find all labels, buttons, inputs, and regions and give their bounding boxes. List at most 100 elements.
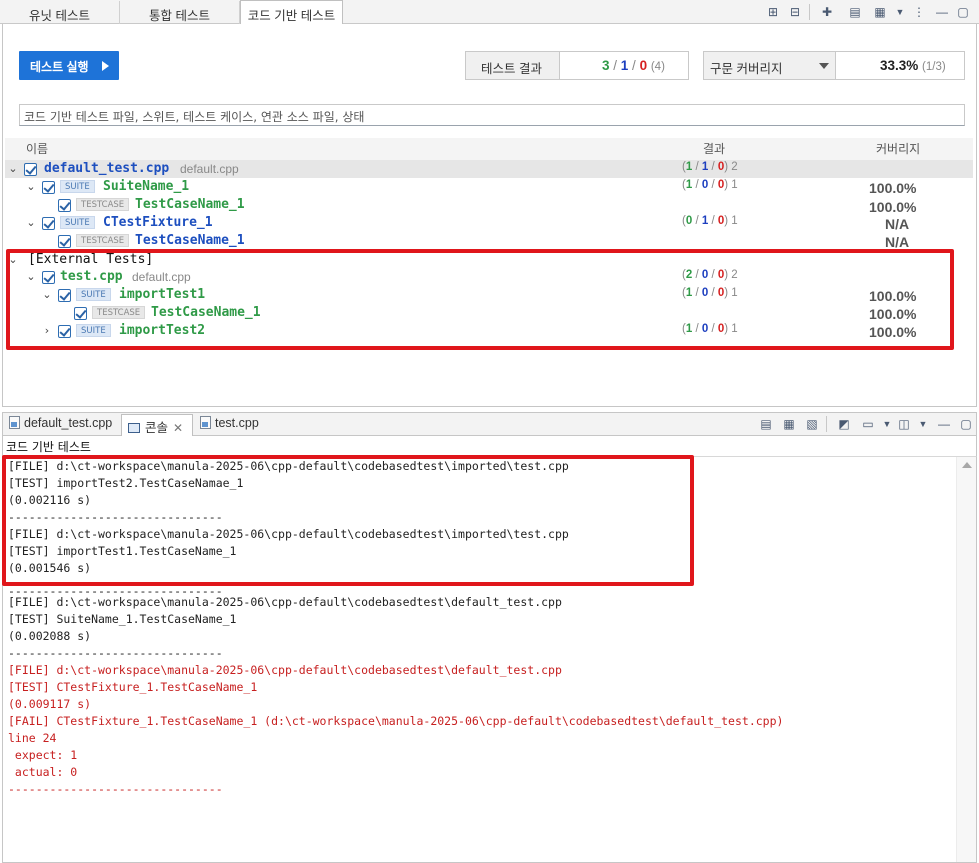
tree-row-testcase[interactable]: TESTCASE TestCaseName_1 100.0% xyxy=(5,196,973,215)
dropdown-icon[interactable]: ▼ xyxy=(892,4,908,20)
console-title: 코드 기반 테스트 xyxy=(2,436,977,456)
suite-name: CTestFixture_1 xyxy=(103,215,213,230)
total-count: 1 xyxy=(731,215,738,227)
console-line: [TEST] SuiteName_1.TestCaseName_1 xyxy=(8,612,237,626)
console-line: (0.002088 s) xyxy=(8,629,92,643)
run-test-button[interactable]: 테스트 실행 xyxy=(19,51,119,80)
console-line: ------------------------------- xyxy=(8,646,223,660)
console-line-error: ------------------------------- xyxy=(8,782,223,796)
external-tests-highlight-box xyxy=(6,249,954,350)
coverage-detail: (1/3) xyxy=(922,61,946,73)
clear-console-icon[interactable]: ▤ xyxy=(758,416,774,432)
error-count: 1 xyxy=(701,161,709,173)
display-console-icon[interactable]: ▭ xyxy=(860,416,876,432)
checkbox[interactable] xyxy=(58,199,71,212)
console-line-error: (0.009117 s) xyxy=(8,697,92,711)
column-result[interactable]: 결과 xyxy=(703,140,725,157)
open-console-icon[interactable]: ◫ xyxy=(896,416,912,432)
console-line-error: [FILE] d:\ct-workspace\manula-2025-06\cp… xyxy=(8,663,562,677)
testcase-name: TestCaseName_1 xyxy=(135,233,245,248)
coverage-percent: 33.3% xyxy=(880,58,919,73)
pin-console-icon[interactable]: ◩ xyxy=(836,416,852,432)
run-test-label: 테스트 실행 xyxy=(30,60,89,74)
export-icon[interactable]: ▦ xyxy=(872,4,888,20)
console-scrollbar[interactable] xyxy=(956,457,976,862)
filter-input[interactable]: 코드 기반 테스트 파일, 스위트, 테스트 케이스, 연관 소스 파일, 상태 xyxy=(19,104,965,126)
scroll-up-icon[interactable] xyxy=(962,462,972,468)
checkbox[interactable] xyxy=(42,181,55,194)
console-line-error: [TEST] CTestFixture_1.TestCaseName_1 xyxy=(8,680,258,694)
result-counts: (0 / 1 / 0) 1 xyxy=(682,215,738,227)
test-results-value: 3 / 1 / 0 (4) xyxy=(559,51,689,80)
maximize-icon[interactable]: ▢ xyxy=(958,416,974,432)
tab-code-based-test[interactable]: 코드 기반 테스트 xyxy=(240,0,343,25)
result-separator: / xyxy=(609,58,621,73)
testcase-badge: TESTCASE xyxy=(76,198,130,211)
tab-unit-test[interactable]: 유닛 테스트 xyxy=(0,1,120,24)
coverage-cell: 100.0% xyxy=(869,180,917,196)
tab-label: default_test.cpp xyxy=(24,416,113,430)
pass-count: 0 xyxy=(685,215,693,227)
checkbox[interactable] xyxy=(42,217,55,230)
tree-column-header: 이름 결과 커버리지 xyxy=(5,138,973,160)
tab-integration-test[interactable]: 통합 테스트 xyxy=(120,1,240,24)
result-counts: (1 / 0 / 0) 1 xyxy=(682,179,738,191)
toolbar-separator xyxy=(826,416,827,432)
tree-row-suite[interactable]: ⌄ SUITE SuiteName_1 (1 / 0 / 0) 1 100.0% xyxy=(5,178,973,196)
suite-badge: SUITE xyxy=(60,216,95,229)
collapse-all-icon[interactable]: ⊟ xyxy=(787,4,803,20)
file-name: default_test.cpp xyxy=(44,161,170,176)
console-line-error: actual: 0 xyxy=(8,765,78,779)
import-icon[interactable]: ▤ xyxy=(847,4,863,20)
dropdown-icon[interactable]: ▼ xyxy=(879,416,895,432)
coverage-cell: 100.0% xyxy=(869,199,917,215)
fail-count: 0 xyxy=(717,179,725,191)
tree-row-default-test-file[interactable]: ⌄ default_test.cpp default.cpp (1 / 1 / … xyxy=(5,160,973,178)
chevron-down-icon[interactable]: ⌄ xyxy=(26,181,36,193)
minimize-icon[interactable]: — xyxy=(936,416,952,432)
minimize-icon[interactable]: — xyxy=(934,4,950,20)
error-count: 1 xyxy=(701,215,709,227)
file-icon xyxy=(9,416,20,429)
pass-count: 3 xyxy=(602,58,610,73)
column-name[interactable]: 이름 xyxy=(26,140,48,157)
checkbox[interactable] xyxy=(24,163,37,176)
word-wrap-icon[interactable]: ▧ xyxy=(804,416,820,432)
error-count: 0 xyxy=(701,179,709,191)
console-line-error: line 24 xyxy=(8,731,57,745)
tab-default-test-cpp[interactable]: default_test.cpp xyxy=(9,416,112,436)
close-icon[interactable]: ✕ xyxy=(173,421,183,435)
result-separator: / xyxy=(628,58,640,73)
tree-row-suite[interactable]: ⌄ SUITE CTestFixture_1 (0 / 1 / 0) 1 N/A xyxy=(5,214,973,232)
tab-test-cpp[interactable]: test.cpp xyxy=(200,416,259,436)
chevron-down-icon[interactable]: ⌄ xyxy=(8,163,18,175)
tab-console[interactable]: 콘솔 ✕ xyxy=(121,414,193,437)
play-icon xyxy=(102,61,109,71)
dropdown-icon[interactable]: ▼ xyxy=(915,416,931,432)
coverage-value: 33.3% (1/3) xyxy=(835,51,965,80)
suite-name: SuiteName_1 xyxy=(103,179,190,194)
coverage-type-select[interactable]: 구문 커버리지 xyxy=(703,51,836,80)
tree-row-testcase[interactable]: TESTCASE TestCaseName_1 N/A xyxy=(5,232,973,250)
fail-count: 0 xyxy=(717,215,725,227)
console-tab-bar: default_test.cpp 콘솔 ✕ test.cpp ▤ ▦ ▧ ◩ ▭ … xyxy=(2,412,977,437)
file-icon xyxy=(200,416,211,429)
fail-count: 0 xyxy=(639,58,648,73)
expand-all-icon[interactable]: ⊞ xyxy=(765,4,781,20)
console-line-error: [FAIL] CTestFixture_1.TestCaseName_1 (d:… xyxy=(8,714,784,728)
checkbox[interactable] xyxy=(58,235,71,248)
testcase-name: TestCaseName_1 xyxy=(135,197,245,212)
column-coverage[interactable]: 커버리지 xyxy=(876,140,920,157)
total-count: (4) xyxy=(650,61,665,73)
suite-badge: SUITE xyxy=(60,180,95,193)
scroll-lock-icon[interactable]: ▦ xyxy=(781,416,797,432)
new-test-icon[interactable]: ✚ xyxy=(819,4,835,20)
tab-label: test.cpp xyxy=(215,416,259,430)
total-count: 1 xyxy=(731,179,738,191)
test-results-label: 테스트 결과 xyxy=(465,51,560,80)
maximize-icon[interactable]: ▢ xyxy=(955,4,971,20)
view-menu-icon[interactable]: ⋮ xyxy=(911,4,927,20)
imported-output-highlight-box xyxy=(2,455,694,586)
chevron-down-icon[interactable]: ⌄ xyxy=(26,217,36,229)
toolbar-separator xyxy=(809,4,810,20)
